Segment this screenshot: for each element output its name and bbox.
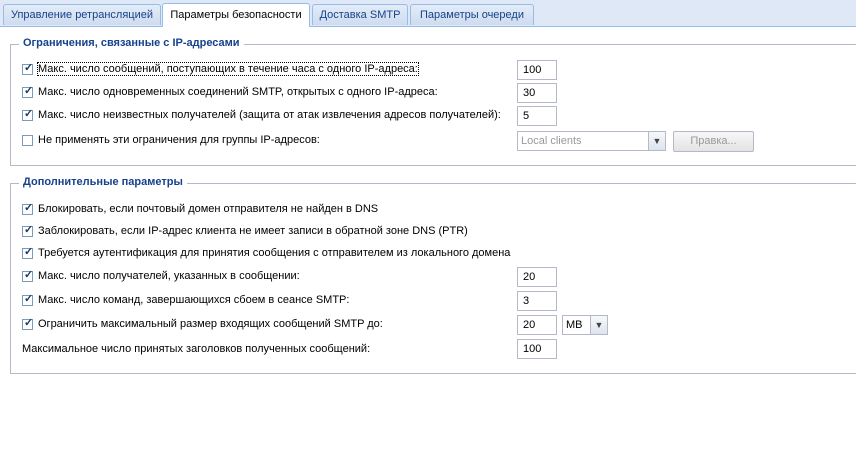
block-dns-checkbox[interactable]: ✓ [22,202,34,215]
checkmark-icon: ✓ [24,224,34,236]
max-unknown-recipients-input[interactable]: 5 [517,106,557,126]
max-recipients-checkbox[interactable]: ✓ [22,269,34,282]
max-size-label: Ограничить максимальный размер входящих … [38,318,383,330]
max-msgs-hour-checkbox[interactable]: ✓ [22,62,34,75]
max-unknown-recipients-label: Макс. число неизвестных получателей (защ… [38,109,501,121]
block-ptr-label: Заблокировать, если IP-адрес клиента не … [38,225,468,237]
advanced-settings-legend: Дополнительные параметры [19,176,187,188]
tab-security-settings[interactable]: Параметры безопасности [162,3,310,27]
max-headers-label: Максимальное число принятых заголовков п… [22,343,371,355]
checkmark-icon: ✓ [24,108,34,120]
size-unit-value: MB [566,319,583,331]
max-failed-commands-input[interactable]: 3 [517,291,557,311]
chevron-down-icon[interactable]: ▼ [590,316,607,334]
max-headers-input[interactable]: 100 [517,339,557,359]
max-failed-commands-checkbox[interactable]: ✓ [22,293,34,306]
checkmark-icon: ✓ [24,246,34,258]
chevron-down-icon[interactable]: ▼ [648,132,665,150]
exclude-ip-group-checkbox[interactable] [22,135,33,146]
max-failed-commands-label: Макс. число команд, завершающихся сбоем … [38,294,350,306]
require-auth-checkbox[interactable]: ✓ [22,246,34,259]
max-msgs-hour-input[interactable]: 100 [517,60,557,80]
max-connections-input[interactable]: 30 [517,83,557,103]
max-recipients-input[interactable]: 20 [517,267,557,287]
checkmark-icon: ✓ [24,85,34,97]
max-connections-checkbox[interactable]: ✓ [22,85,34,98]
max-size-input[interactable]: 20 [517,315,557,335]
ip-restrictions-legend: Ограничения, связанные с IP-адресами [19,37,244,49]
max-msgs-hour-label: Макс. число сообщений, поступающих в теч… [37,62,419,76]
exclude-ip-group-label: Не применять эти ограничения для группы … [38,134,320,146]
max-recipients-label: Макс. число получателей, указанных в соо… [38,270,300,282]
tab-relay-management[interactable]: Управление ретрансляцией [3,4,161,25]
block-dns-label: Блокировать, если почтовый домен отправи… [38,203,379,215]
tab-smtp-delivery[interactable]: Доставка SMTP [312,4,408,25]
checkmark-icon: ✓ [24,317,34,329]
checkmark-icon: ✓ [24,202,34,214]
tab-queue-settings[interactable]: Параметры очереди [410,4,534,25]
checkmark-icon: ✓ [24,62,34,74]
require-auth-label: Требуется аутентификация для принятия со… [38,247,511,259]
edit-button[interactable]: Правка... [673,131,754,152]
checkmark-icon: ✓ [24,293,34,305]
ip-group-select-value: Local clients [521,135,582,147]
max-size-checkbox[interactable]: ✓ [22,317,34,330]
ip-group-select[interactable]: Local clients ▼ [517,131,666,151]
checkmark-icon: ✓ [24,269,34,281]
size-unit-select[interactable]: MB ▼ [562,315,608,335]
block-ptr-checkbox[interactable]: ✓ [22,224,34,237]
max-unknown-recipients-checkbox[interactable]: ✓ [22,108,34,121]
max-connections-label: Макс. число одновременных соединений SMT… [38,86,438,98]
tab-bar: Управление ретрансляцией Параметры безоп… [0,0,856,27]
